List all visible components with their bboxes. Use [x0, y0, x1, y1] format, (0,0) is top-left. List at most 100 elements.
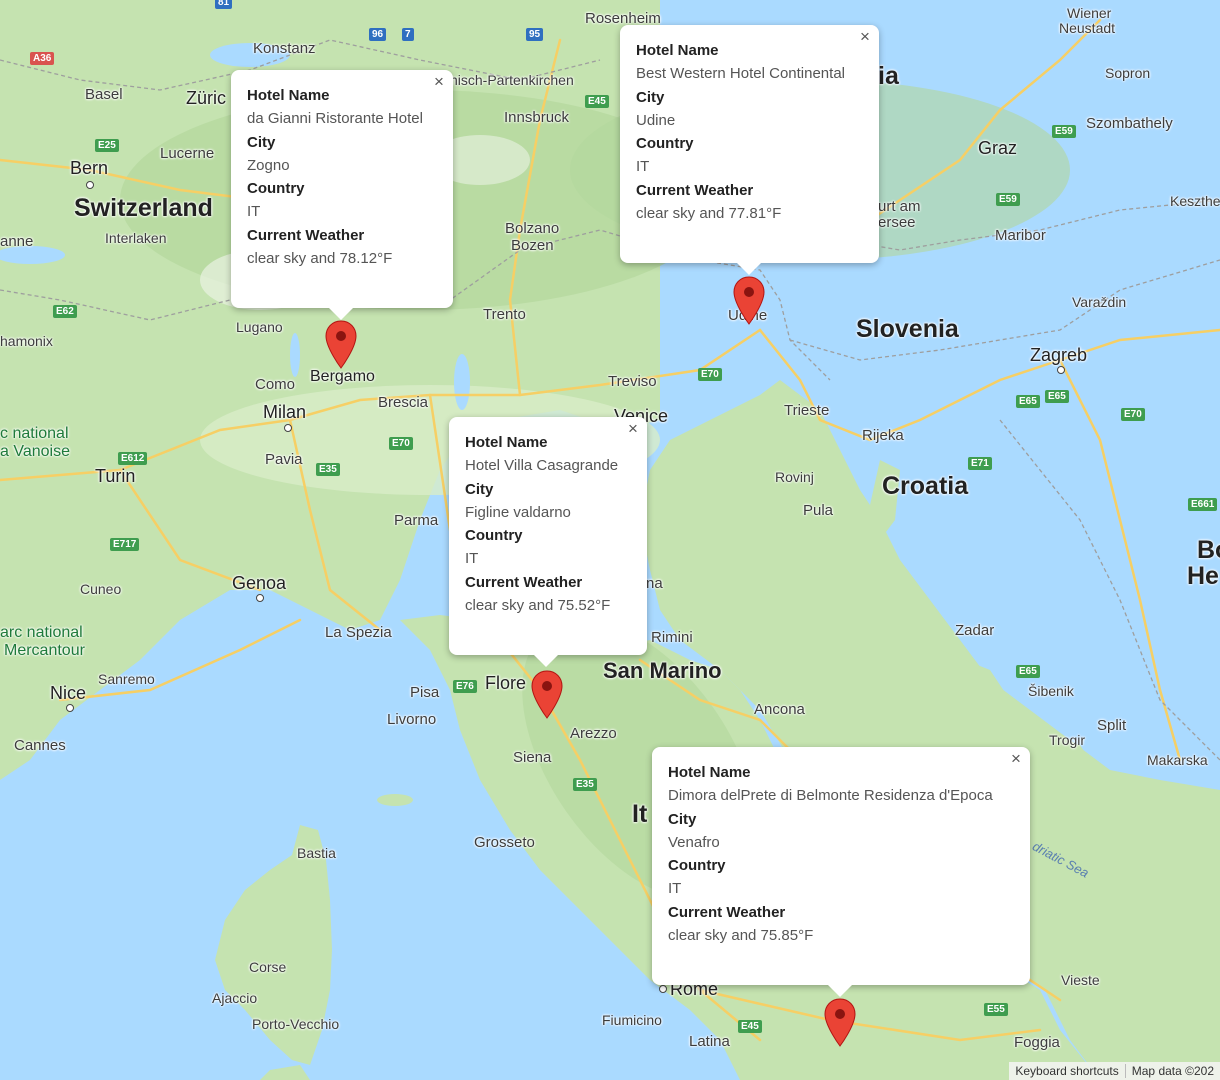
country-label: San Marino [603, 658, 722, 683]
place-label: Foggia [1014, 1034, 1060, 1051]
hotel-name-value: da Gianni Ristorante Hotel [247, 110, 423, 128]
place-label: Zagreb [1030, 345, 1088, 365]
place-label: Grosseto [474, 834, 535, 851]
road-shield: E45 [585, 95, 609, 108]
place-label: Rijeka [862, 427, 904, 444]
road-shield: E70 [698, 368, 722, 381]
road-shield: 96 [369, 28, 387, 41]
place-label: Bolzano [505, 220, 560, 237]
country-value: IT [636, 158, 650, 176]
road-shield: 7 [402, 28, 414, 41]
place-label: Zadar [955, 622, 995, 639]
country-value: IT [465, 550, 479, 568]
park-label: Mercantour [4, 642, 85, 659]
place-label: Bastia [297, 845, 336, 861]
place-label: Livorno [387, 711, 437, 728]
place-label: nisch-Partenkirchen [450, 72, 574, 88]
place-label: Latina [689, 1033, 730, 1050]
country-label: Country [247, 180, 305, 198]
place-label: Treviso [608, 373, 657, 390]
map-marker-pin[interactable] [823, 998, 857, 1048]
country-label: He [1187, 562, 1219, 590]
place-label: Basel [85, 86, 123, 103]
city-value: Udine [636, 111, 676, 129]
place-label: Neustadt [1059, 20, 1116, 36]
country-label: ia [878, 62, 899, 90]
place-label: Trento [483, 306, 526, 323]
road-shield: A36 [30, 52, 55, 65]
weather-label: Current Weather [247, 226, 365, 244]
place-label: Flore [485, 673, 527, 693]
place-label: Lugano [236, 319, 283, 335]
place-label: Makarska [1147, 752, 1208, 768]
close-icon[interactable]: × [853, 25, 877, 49]
road-shield: E35 [573, 778, 597, 791]
road-shield: E71 [968, 457, 992, 470]
country-label: Country [668, 857, 726, 875]
place-label: Züric [186, 88, 226, 108]
road-shield: 81 [215, 0, 233, 9]
place-label: Rimini [651, 629, 693, 646]
place-label: Vieste [1061, 972, 1100, 988]
lake-como [290, 333, 300, 377]
close-icon[interactable]: × [621, 417, 645, 441]
place-label: Interlaken [105, 230, 167, 246]
city-dot [284, 424, 292, 432]
place-label: Rovinj [775, 469, 814, 485]
hotel-info-window: × Hotel Name Hotel Villa Casagrande City… [449, 417, 647, 667]
road-shield: E35 [316, 463, 340, 476]
country-label: Bo [1197, 536, 1220, 564]
city-dot [659, 985, 667, 993]
weather-label: Current Weather [636, 181, 754, 199]
road-shield: E62 [53, 305, 77, 318]
road-shield: E59 [1052, 125, 1076, 138]
place-label: La Spezia [325, 624, 392, 641]
place-label: Arezzo [570, 725, 617, 742]
map-marker-pin[interactable] [530, 670, 564, 720]
city-label: City [636, 88, 665, 106]
hotel-info-window: × Hotel Name da Gianni Ristorante Hotel … [231, 70, 453, 320]
place-label: Sanremo [98, 671, 155, 687]
road-shield: E65 [1016, 665, 1040, 678]
place-label: Genoa [232, 573, 287, 593]
close-icon[interactable]: × [1004, 747, 1028, 771]
hotel-info-window: × Hotel Name Dimora delPrete di Belmonte… [652, 747, 1030, 997]
country-label: Switzerland [74, 194, 213, 222]
city-label: City [247, 133, 276, 151]
place-label: Innsbruck [504, 109, 570, 126]
place-label: Sopron [1105, 65, 1151, 81]
road-shield: E59 [996, 193, 1020, 206]
park-label: arc national [0, 624, 83, 641]
place-label: Corse [249, 959, 287, 975]
map-data-attribution: Map data ©202 [1131, 1064, 1214, 1078]
close-icon[interactable]: × [427, 70, 451, 94]
keyboard-shortcuts-link[interactable]: Keyboard shortcuts [1009, 1064, 1124, 1078]
place-label: Szombathely [1086, 115, 1173, 132]
place-label: Split [1097, 717, 1127, 734]
place-label: Šibenik [1028, 683, 1074, 699]
map-marker-pin[interactable] [732, 276, 766, 326]
place-label: Wiener [1067, 5, 1112, 21]
road-shield: E65 [1016, 395, 1040, 408]
hotel-name-label: Hotel Name [247, 87, 330, 104]
road-shield: E661 [1188, 498, 1218, 511]
city-value: Zogno [247, 156, 290, 174]
place-label: anne [0, 233, 34, 250]
info-window-tail [534, 655, 558, 667]
map-marker-pin[interactable] [324, 320, 358, 370]
city-value: Venafro [668, 833, 720, 851]
hotel-name-label: Hotel Name [668, 764, 751, 781]
hotel-info-window: × Hotel Name Best Western Hotel Continen… [620, 25, 879, 275]
city-dot [86, 181, 94, 189]
place-label: Pisa [410, 684, 440, 701]
country-value: IT [247, 203, 261, 221]
place-label: Brescia [378, 394, 429, 411]
place-label: Pavia [265, 451, 303, 468]
road-shield: E717 [110, 538, 140, 551]
place-label: Cannes [14, 737, 66, 754]
country-label: It [632, 800, 648, 828]
road-shield: 95 [526, 28, 544, 41]
road-shield: E612 [118, 452, 148, 465]
place-label: Ancona [754, 701, 805, 718]
city-label: City [668, 810, 697, 828]
